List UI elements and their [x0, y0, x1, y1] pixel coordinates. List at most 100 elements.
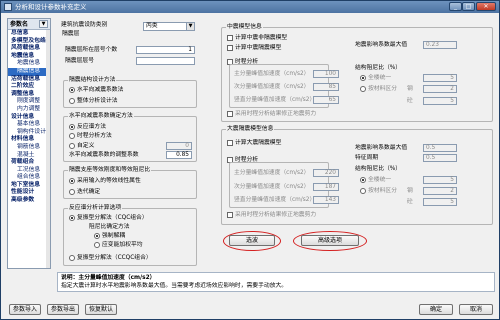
mid-damp-mat-label[interactable]: 按材料区分 — [368, 86, 397, 93]
tree-item[interactable]: 钢筋信息 — [8, 144, 50, 152]
big-correct-label[interactable]: 采用时程分析结果修正地震剪力 — [235, 212, 316, 219]
iso-floor-input[interactable] — [136, 57, 195, 65]
big-isolated-checkbox[interactable] — [227, 140, 233, 146]
support-radio-1[interactable] — [69, 178, 75, 184]
mid-a2-label: 次分量峰值加速度（cm/s2） — [234, 84, 310, 90]
param-tree: 参数名 ▼ 总信息 多模型及包络 风荷载信息 地震信息 地震信息 隔震信息 活荷载信息 二阶效应… — [7, 18, 51, 269]
mid-damp-mat-radio[interactable] — [360, 86, 366, 92]
cancel-button[interactable]: 取消 — [459, 304, 493, 315]
tree-item[interactable]: 荷载组合 — [8, 159, 50, 167]
minimize-button[interactable]: _ — [449, 2, 462, 11]
resp-option-1[interactable]: 复振型分解法（CQC组合） — [77, 215, 148, 222]
big-correct-checkbox[interactable] — [227, 212, 233, 218]
big-damp-all-radio[interactable] — [360, 177, 366, 183]
import-params-button[interactable]: 参数导入 — [9, 304, 41, 315]
iso-count-input[interactable]: 1 — [136, 46, 195, 54]
damp-radio-2[interactable] — [69, 133, 75, 139]
close-button[interactable]: ✕ — [476, 2, 496, 11]
big-conc-input[interactable]: 5 — [423, 198, 457, 206]
damp-adjust-input[interactable]: 0.85 — [166, 151, 192, 159]
mid-damp-all-label[interactable]: 全楼统一 — [368, 75, 391, 82]
tree-item[interactable]: 二阶效应 — [8, 83, 50, 91]
tree-scrollbar[interactable] — [46, 30, 50, 268]
support-option-2[interactable]: 迭代确定 — [77, 189, 100, 196]
chevron-down-icon[interactable]: ▼ — [39, 20, 48, 28]
support-radio-2[interactable] — [69, 189, 75, 195]
damp-option-1[interactable]: 反应谱方法 — [77, 124, 106, 131]
tree-item[interactable]: 组合信息 — [8, 174, 50, 182]
big-conc-label: 砼 — [407, 199, 413, 205]
big-damp-mat-radio[interactable] — [360, 188, 366, 194]
resp-sub-radio-1[interactable] — [94, 233, 100, 239]
app-icon — [4, 3, 12, 11]
damp-radio-1[interactable] — [69, 124, 75, 130]
damp-radio-3[interactable] — [69, 143, 75, 149]
mid-acc-input[interactable]: 0.23 — [423, 41, 457, 49]
export-params-button[interactable]: 参数导出 — [47, 304, 79, 315]
tree-item[interactable]: 基本信息 — [8, 121, 50, 129]
tree-item[interactable]: 材料信息 — [8, 136, 50, 144]
mid-nonisolated-label[interactable]: 计算中震非隔震模型 — [235, 35, 287, 42]
tree-item[interactable]: 隔震信息 — [8, 67, 50, 76]
advanced-options-button[interactable]: 高级选项 — [301, 235, 359, 246]
big-damp-mat-label[interactable]: 按材料区分 — [368, 188, 397, 195]
method-radio-1[interactable] — [69, 87, 75, 93]
tree-item[interactable]: 总信息 — [8, 30, 50, 38]
mid-nonisolated-checkbox[interactable] — [227, 35, 233, 41]
mid-damp-all-radio[interactable] — [360, 75, 366, 81]
big-a3-input[interactable]: 143 — [313, 196, 339, 204]
resp-sub-option-2[interactable]: 应变能加权平均 — [102, 242, 143, 249]
seismic-type-select[interactable]: 丙类 ▼ — [143, 22, 195, 31]
mid-isolated-checkbox[interactable] — [227, 45, 233, 51]
mid-a3-label: 竖直分量峰值加速度（cm/s2） — [234, 97, 316, 103]
mid-a3-input[interactable]: 65 — [313, 96, 339, 104]
method-option-2[interactable]: 整体分析设计法 — [77, 98, 118, 105]
big-steel-input[interactable]: 2 — [423, 187, 457, 195]
resp-option-2[interactable]: 复振型分解法（CCQC组合） — [77, 255, 152, 262]
method-option-1[interactable]: 水平向减震系数法 — [77, 87, 123, 94]
mid-conc-input[interactable]: 5 — [423, 97, 457, 105]
maximize-button[interactable]: □ — [462, 2, 475, 11]
description-title: 说明：主分量峰值加速度（cm/s2） — [61, 275, 156, 281]
tree-item[interactable]: 高级参数 — [8, 197, 50, 205]
mid-correct-label[interactable]: 采用时程分析结果修正地震剪力 — [235, 111, 316, 118]
big-damp-group-label: 结构阻尼比（%） — [355, 166, 402, 172]
support-group-label: 隔震支座等效刚度和等效阻尼比 — [68, 167, 152, 174]
big-a2-input[interactable]: 187 — [313, 183, 339, 191]
method-radio-2[interactable] — [69, 98, 75, 104]
mid-isolated-label[interactable]: 计算中震隔震模型 — [235, 45, 281, 52]
damp-option-2[interactable]: 时程分析方法 — [77, 133, 112, 140]
description-panel: 说明：主分量峰值加速度（cm/s2） 指定大震计算时水平地震影响系数最大值。当需… — [57, 272, 495, 292]
resp-radio-1[interactable] — [69, 215, 75, 221]
mid-a1-input[interactable]: 100 — [313, 70, 339, 78]
resp-sub-option-1[interactable]: 强制解耦 — [102, 233, 125, 240]
big-period-input[interactable]: 0.5 — [423, 154, 457, 162]
big-damp-all-label[interactable]: 全楼统一 — [368, 177, 391, 184]
big-isolated-label[interactable]: 计算大震隔震模型 — [235, 140, 281, 147]
restore-defaults-button[interactable]: 恢复默认 — [85, 304, 117, 315]
resp-sub-radio-2[interactable] — [94, 242, 100, 248]
support-option-1[interactable]: 采用输入的等效线性属性 — [77, 178, 141, 185]
resp-radio-2[interactable] — [69, 255, 75, 261]
big-a3-label: 竖直分量峰值加速度（cm/s2） — [234, 197, 316, 203]
damp-option-3[interactable]: 自定义 — [77, 143, 94, 150]
param-tree-header: 参数名 ▼ — [8, 19, 50, 30]
mid-steel-input[interactable]: 2 — [423, 85, 457, 93]
damp-custom-input[interactable]: 0 — [166, 142, 192, 150]
tree-item[interactable]: 混凝土 — [8, 152, 50, 160]
big-a1-input[interactable]: 220 — [313, 169, 339, 177]
mid-damp-all-input[interactable]: 5 — [423, 74, 457, 82]
select-wave-button[interactable]: 选波 — [229, 235, 275, 246]
tree-item[interactable]: 设计信息 — [8, 114, 50, 122]
tree-item[interactable]: 内力调整 — [8, 106, 50, 114]
big-damp-all-input[interactable]: 5 — [423, 176, 457, 184]
mid-a2-input[interactable]: 85 — [313, 83, 339, 91]
tree-item[interactable]: 地震信息 — [8, 60, 50, 68]
tree-item[interactable]: 性能设计 — [8, 189, 50, 197]
big-acc-input[interactable]: 0.5 — [423, 144, 457, 152]
tree-item[interactable]: 风荷载信息 — [8, 45, 50, 53]
mid-correct-checkbox[interactable] — [227, 111, 233, 117]
tree-item[interactable]: 刚度调整 — [8, 98, 50, 106]
ok-button[interactable]: 确定 — [419, 304, 453, 315]
mid-conc-label: 砼 — [407, 98, 413, 104]
